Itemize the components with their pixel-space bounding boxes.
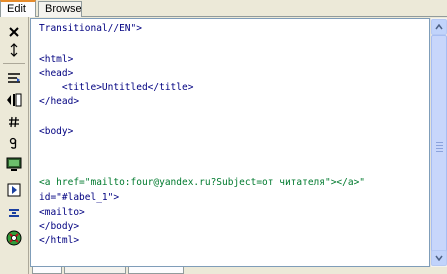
scrollbar-grip [436,142,443,143]
play-icon [7,183,21,197]
bottom-tab[interactable] [64,267,126,274]
word-wrap-icon [8,73,20,83]
globe-icon [6,230,22,246]
close-button[interactable] [3,23,25,41]
code-line: <title>Untitled</title> [39,82,194,93]
code-line: <head> [39,68,74,79]
code-line: <body> [39,126,74,137]
scrollbar-grip [436,148,443,149]
code-line: </html> [39,235,80,246]
tab-browse-label: Browse [45,3,82,15]
code-line: <html> [39,54,74,65]
paragraph-button[interactable] [3,134,25,152]
tab-bar: Edit Browse [0,0,447,17]
scrollbar-grip [436,151,443,152]
scrollbar-thumb[interactable] [431,35,447,263]
indent-icon [7,93,22,107]
bottom-tab[interactable] [32,267,62,274]
play-button[interactable] [3,181,25,199]
monitor-button[interactable] [3,155,25,173]
code-line: id="#label_1"> [39,192,120,203]
chevron-up-icon [435,24,443,30]
code-line-highlighted: <a href="mailto:four@yandex.ru?Subject=о… [39,177,366,188]
monitor-icon [6,157,22,171]
scrollbar-grip [436,145,443,146]
close-icon [9,27,19,37]
tab-edit-label: Edit [7,3,26,15]
chevron-down-icon [435,255,443,261]
scroll-up-button[interactable] [431,19,447,35]
code-line: <mailto> [39,207,85,218]
left-toolbar [0,17,29,274]
tab-browse[interactable]: Browse [38,1,82,17]
resize-vertical-button[interactable] [3,41,25,59]
heading-button[interactable] [3,204,25,222]
code-line: </head> [39,96,80,107]
scroll-down-button[interactable] [431,250,447,266]
globe-button[interactable] [3,229,25,247]
heading-icon [9,209,19,217]
word-wrap-button[interactable] [3,69,25,87]
bottom-tab-strip [30,267,447,274]
paragraph-icon [9,137,17,149]
code-line: </body> [39,221,80,232]
hash-button[interactable] [3,113,25,131]
bottom-tab[interactable] [128,267,184,274]
indent-button[interactable] [3,91,25,109]
code-line: Transitional//EN"> [39,23,142,34]
vertical-scrollbar[interactable] [430,18,447,267]
toolbar-separator [3,63,25,64]
hash-icon [9,116,19,128]
code-editor[interactable]: Transitional//EN"> <html> <head> <title>… [30,18,430,267]
resize-vertical-icon [10,43,18,57]
tab-edit[interactable]: Edit [0,0,36,17]
